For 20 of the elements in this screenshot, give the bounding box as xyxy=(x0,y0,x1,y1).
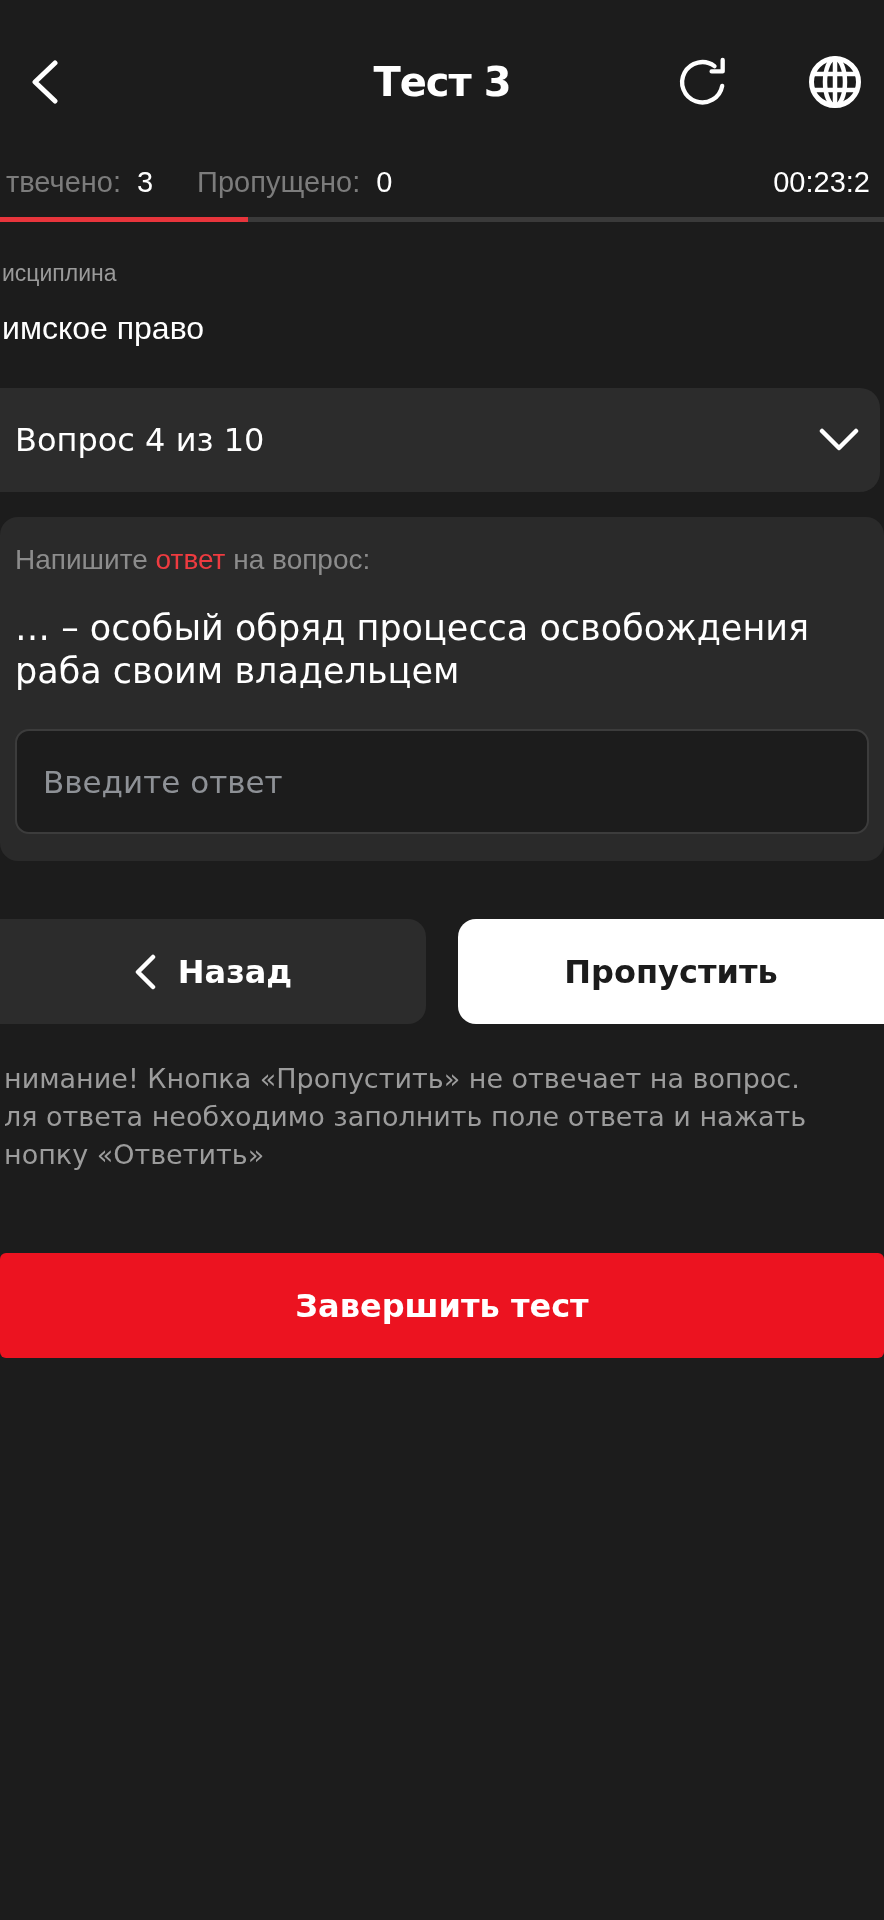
skip-button[interactable]: Пропустить xyxy=(458,919,884,1024)
back-button[interactable]: Назад xyxy=(0,919,426,1024)
timer: 00:23:2 xyxy=(773,165,870,199)
discipline-name: имское право xyxy=(1,310,206,346)
answer-input[interactable]: Введите ответ xyxy=(15,729,869,834)
finish-test-button[interactable]: Завершить тест xyxy=(0,1253,884,1358)
stat-value: 0 xyxy=(376,165,393,199)
question-dropdown[interactable]: Вопрос 4 из 10 xyxy=(0,388,880,492)
globe-icon[interactable] xyxy=(809,56,861,108)
chevron-left-icon xyxy=(133,953,156,990)
stat-value: 3 xyxy=(136,165,154,199)
back-icon[interactable] xyxy=(31,60,59,104)
field-label: исциплина xyxy=(1,259,118,287)
prompt-text: Напишите ответ на вопрос: xyxy=(15,543,372,577)
notice-text: нимание! Кнопка «Пропустить» не отвечает на вопрос. ля ответа необходимо заполнить поле ответа и нажать нопку «Ответить» xyxy=(3,1062,808,1172)
stat-label: твечено: xyxy=(6,165,121,199)
question-text: … – особый обряд процесса освобождения раба своим владельцем xyxy=(15,607,811,693)
page-title: Тест 3 xyxy=(373,59,511,105)
stat-label: Пропущено: xyxy=(197,165,361,199)
refresh-icon[interactable] xyxy=(677,57,727,107)
